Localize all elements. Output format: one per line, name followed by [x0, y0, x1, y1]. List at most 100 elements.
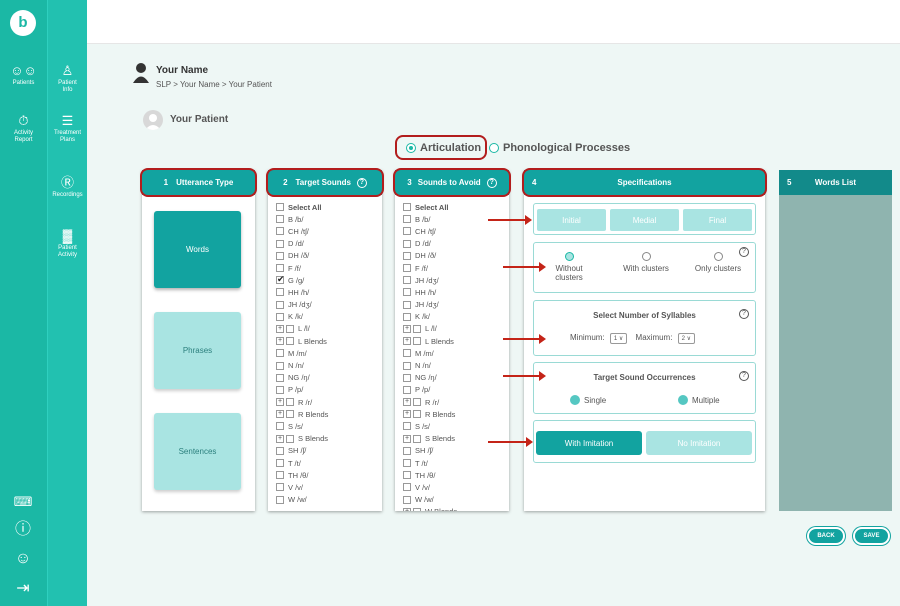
- list-item[interactable]: Select All: [403, 201, 507, 213]
- list-item[interactable]: F /f/: [403, 262, 507, 274]
- list-item-checkbox[interactable]: [276, 264, 284, 273]
- list-item[interactable]: SH /ʃ/: [276, 445, 380, 457]
- info-icon[interactable]: ⓘ: [13, 520, 33, 540]
- list-item[interactable]: N /n/: [403, 359, 507, 371]
- list-item[interactable]: D /d/: [276, 238, 380, 250]
- no-imitation-button[interactable]: No Imitation: [646, 431, 752, 455]
- list-item[interactable]: + R /r/: [276, 396, 380, 408]
- utterance-phrases-button[interactable]: Phrases: [154, 312, 241, 389]
- phonological-radio[interactable]: [489, 143, 499, 153]
- list-item[interactable]: HH /h/: [276, 286, 380, 298]
- list-item-checkbox[interactable]: [403, 422, 411, 431]
- articulation-radio[interactable]: [406, 143, 416, 153]
- list-item[interactable]: T /t/: [403, 457, 507, 469]
- list-item-checkbox[interactable]: [403, 495, 411, 504]
- list-item[interactable]: NG /ŋ/: [276, 372, 380, 384]
- list-item-checkbox[interactable]: [403, 373, 411, 382]
- list-item-checkbox[interactable]: [413, 398, 421, 407]
- list-item[interactable]: M /m/: [276, 347, 380, 359]
- list-item[interactable]: Select All: [276, 201, 380, 213]
- keyboard-icon[interactable]: ⌨: [13, 492, 33, 512]
- list-item[interactable]: S /s/: [276, 420, 380, 432]
- list-item-checkbox[interactable]: [403, 288, 411, 297]
- list-item[interactable]: + L /l/: [276, 323, 380, 335]
- nav-patient-info[interactable]: ♙ Patient Info: [48, 63, 87, 94]
- list-item[interactable]: V /v/: [276, 481, 380, 493]
- list-item[interactable]: + L /l/: [403, 323, 507, 335]
- list-item-checkbox[interactable]: [276, 274, 285, 285]
- list-item[interactable]: DH /ð/: [276, 250, 380, 262]
- without-clusters-radio[interactable]: [564, 252, 574, 261]
- expand-icon[interactable]: +: [403, 434, 411, 443]
- list-item-checkbox[interactable]: [403, 215, 411, 224]
- list-item[interactable]: CH /tʃ/: [403, 225, 507, 237]
- list-item-checkbox[interactable]: [403, 203, 411, 212]
- list-item-checkbox[interactable]: [276, 215, 284, 224]
- list-item-checkbox[interactable]: [276, 459, 284, 468]
- list-item-checkbox[interactable]: [286, 324, 294, 333]
- list-item-checkbox[interactable]: [413, 324, 421, 333]
- list-item-checkbox[interactable]: [286, 410, 294, 419]
- occurrence-single-option[interactable]: Single: [570, 395, 606, 405]
- list-item-checkbox[interactable]: [286, 434, 294, 443]
- list-item[interactable]: K /k/: [403, 311, 507, 323]
- logo[interactable]: b: [10, 10, 36, 36]
- list-item[interactable]: JH /dʒ/: [276, 299, 380, 311]
- list-item-checkbox[interactable]: [403, 239, 411, 248]
- utterance-words-button[interactable]: Words: [154, 211, 241, 288]
- position-initial-button[interactable]: Initial: [537, 209, 606, 231]
- list-item[interactable]: G /g/: [276, 274, 380, 286]
- list-item-checkbox[interactable]: [276, 227, 284, 236]
- list-item-checkbox[interactable]: [403, 471, 411, 480]
- list-item[interactable]: HH /h/: [403, 286, 507, 298]
- occurrence-multiple-option[interactable]: Multiple: [678, 395, 720, 405]
- list-item-checkbox[interactable]: [276, 495, 284, 504]
- list-item-checkbox[interactable]: [276, 312, 284, 321]
- nav-treatment-plans[interactable]: ☰ Treatment Plans: [48, 113, 87, 144]
- list-item-checkbox[interactable]: [276, 422, 284, 431]
- list-item[interactable]: B /b/: [276, 213, 380, 225]
- list-item-checkbox[interactable]: [403, 300, 411, 309]
- list-item[interactable]: N /n/: [276, 359, 380, 371]
- utterance-sentences-button[interactable]: Sentences: [154, 413, 241, 490]
- list-item-checkbox[interactable]: [403, 349, 411, 358]
- list-item[interactable]: W /w/: [276, 494, 380, 506]
- list-item[interactable]: + R /r/: [403, 396, 507, 408]
- only-clusters-option[interactable]: Only clusters: [690, 252, 746, 273]
- list-item[interactable]: D /d/: [403, 238, 507, 250]
- expand-icon[interactable]: +: [276, 324, 284, 333]
- list-item[interactable]: TH /θ/: [403, 469, 507, 481]
- list-item-checkbox[interactable]: [286, 398, 294, 407]
- list-item-checkbox[interactable]: [403, 227, 411, 236]
- max-syllables-select[interactable]: 2 ∨: [677, 333, 696, 344]
- single-radio[interactable]: [570, 395, 580, 405]
- list-item[interactable]: + W Blends: [403, 506, 507, 511]
- list-item-checkbox[interactable]: [276, 373, 284, 382]
- list-item-checkbox[interactable]: [276, 203, 284, 212]
- min-syllables-select[interactable]: 1 ∨: [609, 333, 628, 344]
- back-button[interactable]: BACK: [807, 527, 845, 545]
- list-item-checkbox[interactable]: [403, 361, 411, 370]
- list-item[interactable]: JH /dʒ/: [403, 274, 507, 286]
- nav-activity-report[interactable]: ⏱ Activity Report: [0, 113, 47, 144]
- list-item[interactable]: + L Blends: [403, 335, 507, 347]
- with-clusters-radio[interactable]: [641, 252, 651, 261]
- list-item-checkbox[interactable]: [403, 251, 411, 260]
- list-item-checkbox[interactable]: [413, 410, 421, 419]
- list-item-checkbox[interactable]: [276, 471, 284, 480]
- list-item[interactable]: S /s/: [403, 420, 507, 432]
- list-item-checkbox[interactable]: [403, 312, 411, 321]
- list-item[interactable]: T /t/: [276, 457, 380, 469]
- list-item-checkbox[interactable]: [276, 288, 284, 297]
- with-clusters-option[interactable]: With clusters: [619, 252, 673, 273]
- list-item[interactable]: JH /dʒ/: [403, 299, 507, 311]
- list-item-checkbox[interactable]: [413, 337, 421, 346]
- list-item[interactable]: V /v/: [403, 481, 507, 493]
- list-item-checkbox[interactable]: [403, 459, 411, 468]
- expand-icon[interactable]: +: [276, 398, 284, 407]
- list-item[interactable]: NG /ŋ/: [403, 372, 507, 384]
- list-item-checkbox[interactable]: [276, 361, 284, 370]
- mode-articulation[interactable]: Articulation: [406, 142, 481, 154]
- list-item[interactable]: + S Blends: [276, 433, 380, 445]
- multiple-radio[interactable]: [678, 395, 688, 405]
